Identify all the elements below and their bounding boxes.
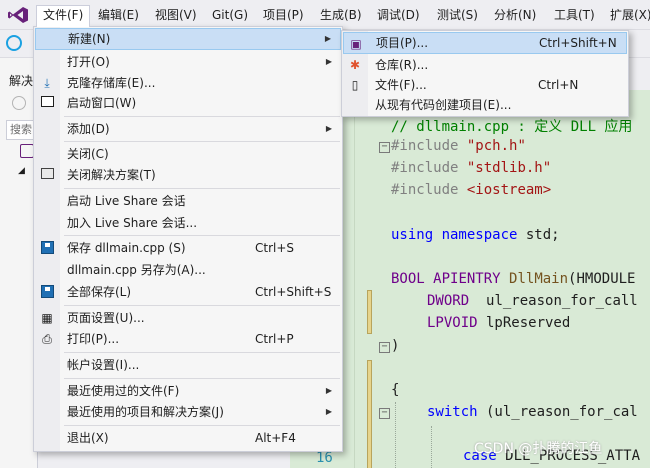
line-number: 16 bbox=[316, 450, 333, 466]
new-menu-item-file[interactable]: ▯ 文件(F)... Ctrl+N bbox=[343, 74, 627, 96]
menu-project[interactable]: 项目(P) bbox=[257, 5, 310, 26]
menu-git[interactable]: Git(G) bbox=[206, 5, 254, 26]
solution-explorer-title: 解决 bbox=[9, 74, 34, 88]
menu-separator bbox=[64, 116, 340, 117]
fold-toggle-icon-2[interactable]: − bbox=[379, 342, 390, 353]
menu-item-new[interactable]: 新建(N) ▶ bbox=[35, 28, 341, 50]
submenu-arrow-icon: ▶ bbox=[325, 386, 332, 395]
menu-item-page-setup[interactable]: ▦ 页面设置(U)... bbox=[35, 307, 341, 329]
project-icon: ▣ bbox=[350, 37, 362, 51]
submenu-arrow-icon: ▶ bbox=[325, 407, 332, 416]
tree-expand-icon[interactable]: ◢ bbox=[18, 166, 25, 176]
fold-toggle-icon-3[interactable]: − bbox=[379, 408, 390, 419]
repository-icon: ✱ bbox=[349, 58, 361, 72]
code-line-close-paren: ) bbox=[391, 338, 400, 354]
menu-separator bbox=[64, 425, 340, 426]
change-bar-editor-2 bbox=[367, 360, 372, 468]
submenu-arrow-icon: ▶ bbox=[324, 34, 331, 43]
code-line-include3: #include <iostream> bbox=[391, 182, 552, 198]
menu-edit[interactable]: 编辑(E) bbox=[92, 5, 145, 26]
menu-item-close-solution[interactable]: 关闭解决方案(T) bbox=[35, 164, 341, 186]
menu-item-exit[interactable]: 退出(X) Alt+F4 bbox=[35, 427, 341, 449]
menu-separator bbox=[64, 188, 340, 189]
indent-guide-2 bbox=[431, 426, 432, 468]
page-setup-icon: ▦ bbox=[41, 311, 53, 325]
code-comment-line: // dllmain.cpp : 定义 DLL 应用 bbox=[391, 119, 633, 135]
submenu-arrow-icon: ▶ bbox=[325, 124, 332, 133]
code-line-dllmain: BOOL APIENTRY DllMain(HMODULE bbox=[391, 271, 636, 287]
close-solution-icon bbox=[40, 168, 54, 182]
solution-node-icon[interactable] bbox=[20, 144, 34, 158]
menu-test[interactable]: 测试(S) bbox=[431, 5, 484, 26]
menu-item-add[interactable]: 添加(D) ▶ bbox=[35, 118, 341, 140]
menu-separator bbox=[64, 141, 340, 142]
menu-item-save-as[interactable]: dllmain.cpp 另存为(A)... bbox=[35, 259, 341, 281]
menu-file[interactable]: 文件(F) bbox=[36, 5, 91, 27]
watermark-text: CSDN @扑腾的江鱼 bbox=[474, 441, 603, 457]
start-window-icon bbox=[40, 96, 54, 110]
menu-item-start-window[interactable]: 启动窗口(W) bbox=[35, 92, 341, 114]
code-line-dword: DWORD ul_reason_for_call bbox=[427, 293, 638, 309]
menu-item-save-all[interactable]: 全部保存(L) Ctrl+Shift+S bbox=[35, 281, 341, 303]
save-all-icon bbox=[40, 285, 54, 299]
menu-item-recent-files[interactable]: 最近使用过的文件(F) ▶ bbox=[35, 380, 341, 402]
file-menu-dropdown: 新建(N) ▶ 打开(O) ▶ ⤓ 克隆存储库(E)... 启动窗口(W) 添加(D)… bbox=[33, 26, 343, 452]
code-line-using: using namespace std; bbox=[391, 227, 560, 243]
menu-separator bbox=[64, 378, 340, 379]
menu-separator bbox=[64, 305, 340, 306]
menu-item-open[interactable]: 打开(O) ▶ bbox=[35, 51, 341, 73]
solution-search-input[interactable]: 搜索 bbox=[6, 120, 36, 140]
menu-item-recent-projects[interactable]: 最近使用的项目和解决方案(J) ▶ bbox=[35, 401, 341, 423]
code-line-include1: #include "pch.h" bbox=[391, 138, 526, 154]
print-icon: ⎙ bbox=[42, 332, 52, 346]
menu-extensions[interactable]: 扩展(X) bbox=[604, 5, 650, 26]
menu-separator bbox=[64, 352, 340, 353]
pane-back-icon[interactable] bbox=[12, 96, 26, 110]
menu-tools[interactable]: 工具(T) bbox=[548, 5, 601, 26]
menu-build[interactable]: 生成(B) bbox=[314, 5, 368, 26]
new-menu-item-repository[interactable]: ✱ 仓库(R)... bbox=[343, 54, 627, 76]
code-line-switch: switch (ul_reason_for_cal bbox=[427, 404, 638, 420]
code-line-include2: #include "stdlib.h" bbox=[391, 160, 552, 176]
menu-item-clone-repo[interactable]: ⤓ 克隆存储库(E)... bbox=[35, 72, 341, 94]
indent-guide bbox=[395, 402, 396, 468]
change-bar-editor bbox=[367, 290, 372, 334]
code-line-lpvoid: LPVOID lpReserved bbox=[427, 315, 571, 331]
download-icon: ⤓ bbox=[44, 76, 50, 90]
menu-item-close[interactable]: 关闭(C) bbox=[35, 143, 341, 165]
code-line-open-brace: { bbox=[391, 382, 400, 398]
code-editor[interactable]: // dllmain.cpp : 定义 DLL 应用 − #include "p… bbox=[354, 90, 650, 468]
fold-toggle-icon[interactable]: − bbox=[379, 142, 390, 153]
menu-item-print[interactable]: ⎙ 打印(P)... Ctrl+P bbox=[35, 328, 341, 350]
menu-item-save[interactable]: 保存 dllmain.cpp (S) Ctrl+S bbox=[35, 237, 341, 259]
menu-separator bbox=[64, 235, 340, 236]
new-menu-item-project[interactable]: ▣ 项目(P)... Ctrl+Shift+N bbox=[343, 32, 627, 54]
visual-studio-logo-icon[interactable] bbox=[7, 6, 29, 24]
menu-analyze[interactable]: 分析(N) bbox=[488, 5, 542, 26]
menu-item-join-live-share[interactable]: 加入 Live Share 会话... bbox=[35, 212, 341, 234]
menu-item-start-live-share[interactable]: 启动 Live Share 会话 bbox=[35, 190, 341, 212]
submenu-arrow-icon: ▶ bbox=[325, 57, 332, 66]
menu-item-account-settings[interactable]: 帐户设置(I)... bbox=[35, 354, 341, 376]
navigate-back-icon[interactable] bbox=[6, 35, 22, 51]
save-icon bbox=[40, 241, 54, 255]
new-menu-item-from-existing[interactable]: 从现有代码创建项目(E)... bbox=[343, 94, 627, 116]
new-submenu: ▣ 项目(P)... Ctrl+Shift+N ✱ 仓库(R)... ▯ 文件(F)..… bbox=[341, 30, 629, 117]
file-icon: ▯ bbox=[351, 78, 359, 92]
menu-view[interactable]: 视图(V) bbox=[149, 5, 203, 26]
menu-debug[interactable]: 调试(D) bbox=[371, 5, 426, 26]
